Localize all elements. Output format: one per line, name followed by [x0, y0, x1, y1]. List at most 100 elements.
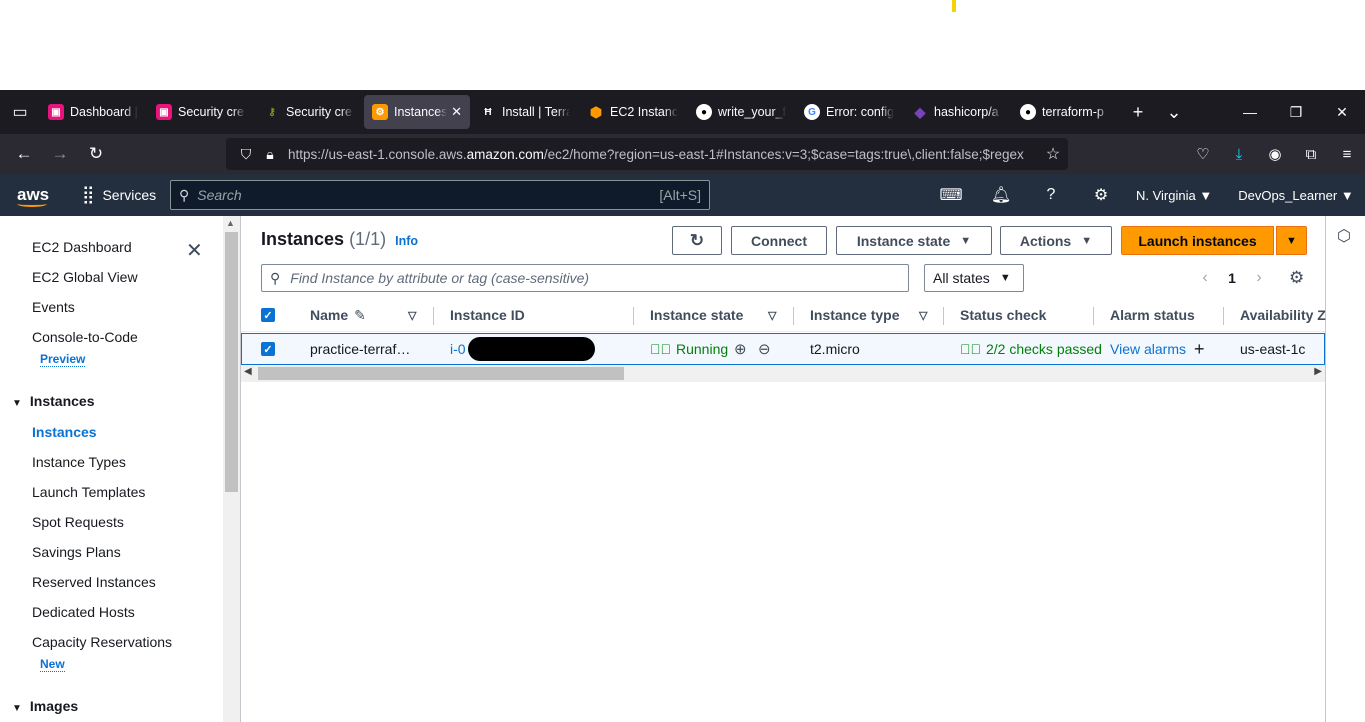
sidebar-item-savings-plans[interactable]: Savings Plans	[32, 544, 121, 560]
column-availability-zone[interactable]: Availability Z	[1240, 298, 1326, 332]
account-menu[interactable]: DevOps_Learner ▼	[1238, 188, 1353, 203]
sidebar-item-spot-requests[interactable]: Spot Requests	[32, 514, 124, 530]
notifications-bell-icon[interactable]: 🔔︎	[976, 185, 1026, 205]
close-tab-icon[interactable]: ✕	[451, 104, 462, 120]
account-icon[interactable]: ◉	[1257, 134, 1293, 174]
instance-state-button[interactable]: Instance state ▼	[836, 226, 992, 255]
info-link[interactable]: Info	[395, 234, 418, 248]
browser-tab[interactable]: ▣ Dashboard |	[40, 95, 146, 129]
settings-gear-icon[interactable]: ⚙	[1076, 185, 1126, 205]
instance-filter-input[interactable]: ⚲ Find Instance by attribute or tag (cas…	[261, 264, 909, 292]
bookmark-star-icon[interactable]: ☆	[1038, 144, 1068, 164]
reload-icon[interactable]: ↻	[78, 134, 114, 174]
column-alarm-status[interactable]: Alarm status	[1110, 298, 1195, 332]
zoom-in-icon[interactable]: ⊕	[734, 334, 747, 364]
menu-icon[interactable]: ≡	[1329, 134, 1365, 174]
sidebar-section-images[interactable]: ▼ Images	[12, 698, 78, 714]
pocket-icon[interactable]: ♡	[1185, 134, 1221, 174]
minimize-icon[interactable]: —	[1227, 90, 1273, 134]
refresh-button[interactable]: ↻	[672, 226, 722, 255]
launch-instances-button[interactable]: Launch instances	[1121, 226, 1274, 255]
browser-tab[interactable]: ⚷ Security cre	[256, 95, 362, 129]
tab-overview-icon[interactable]: ▭	[0, 90, 40, 134]
scroll-up-arrow-icon[interactable]: ▲	[226, 218, 235, 228]
sidebar-item-launch-templates[interactable]: Launch Templates	[32, 484, 145, 500]
cloudshell-icon[interactable]: ⌨	[926, 185, 976, 205]
sidebar-scrollbar[interactable]: ▲	[223, 216, 240, 722]
instance-id-link[interactable]: i-0	[450, 341, 466, 357]
column-resizer[interactable]	[433, 307, 434, 325]
previous-page-icon[interactable]: ‹	[1191, 269, 1219, 287]
scrollbar-thumb[interactable]	[225, 232, 238, 492]
sidebar-item-console-to-code[interactable]: Console-to-Code	[32, 329, 138, 345]
column-name[interactable]: Name ✎ ▽	[310, 298, 430, 332]
sidebar-item-instance-types[interactable]: Instance Types	[32, 454, 126, 470]
services-menu[interactable]: ⣿ Services	[82, 185, 156, 205]
aws-logo[interactable]: aws	[0, 174, 66, 216]
forward-arrow-icon[interactable]: →	[42, 134, 78, 174]
column-instance-type[interactable]: Instance type ▽	[810, 298, 932, 332]
view-alarms-link[interactable]: View alarms	[1110, 341, 1186, 357]
url-bar[interactable]: ⛉ 🔒︎ https://us-east-1.console.aws.amazo…	[226, 138, 1068, 170]
actions-button[interactable]: Actions ▼	[1000, 226, 1112, 255]
states-select[interactable]: All states ▼	[924, 264, 1024, 292]
select-all-checkbox[interactable]: ✓	[261, 298, 275, 332]
close-sidebar-icon[interactable]: ✕	[186, 238, 203, 263]
column-resizer[interactable]	[633, 307, 634, 325]
browser-tab[interactable]: ⬢ EC2 Instance	[580, 95, 686, 129]
sidebar-item-ec2-global-view[interactable]: EC2 Global View	[32, 269, 138, 285]
browser-tab[interactable]: Ħ Install | Terra	[472, 95, 578, 129]
row-checkbox[interactable]: ✓	[261, 334, 275, 364]
browser-tab[interactable]: ● terraform-p	[1012, 95, 1118, 129]
scroll-left-arrow-icon[interactable]: ◀	[244, 366, 252, 377]
back-arrow-icon[interactable]: ←	[6, 134, 42, 174]
list-tabs-chevron-icon[interactable]: ⌄	[1156, 90, 1192, 134]
browser-tab[interactable]: G Error: config	[796, 95, 902, 129]
browser-tab[interactable]: ● write_your_f	[688, 95, 794, 129]
help-icon[interactable]: ?	[1026, 186, 1076, 204]
sidebar-item-instances[interactable]: Instances	[32, 424, 97, 440]
zoom-out-icon[interactable]: ⊖	[758, 334, 771, 364]
restore-icon[interactable]: ❐	[1273, 90, 1319, 134]
browser-tab[interactable]: ◆ hashicorp/a	[904, 95, 1010, 129]
sidebar-item-dedicated-hosts[interactable]: Dedicated Hosts	[32, 604, 135, 620]
table-row[interactable]: ✓ practice-terraf… i-0 ✓⃝ Running ⊕ ⊖ t2.…	[241, 333, 1325, 365]
search-input[interactable]: ⚲ Search [Alt+S]	[170, 180, 710, 210]
sort-icon[interactable]: ▽	[919, 309, 927, 322]
add-alarm-plus-icon[interactable]: +	[1194, 339, 1205, 360]
next-page-icon[interactable]: ›	[1245, 269, 1273, 287]
sidebar-item-reserved-instances[interactable]: Reserved Instances	[32, 574, 156, 590]
new-tab-icon[interactable]: +	[1120, 90, 1156, 134]
sidebar-section-instances[interactable]: ▼ Instances	[12, 393, 95, 409]
browser-tab-active[interactable]: ⚙ Instances ✕	[364, 95, 470, 129]
sidebar-item-events[interactable]: Events	[32, 299, 75, 315]
scrollbar-thumb[interactable]	[258, 367, 624, 380]
sidebar-item-ec2-dashboard[interactable]: EC2 Dashboard	[32, 239, 132, 255]
download-icon[interactable]: ⤓	[1221, 134, 1257, 174]
table-horizontal-scrollbar[interactable]: ◀ ▶	[241, 365, 1325, 382]
column-instance-state[interactable]: Instance state ▽	[650, 298, 780, 332]
extensions-icon[interactable]: ⧉	[1293, 134, 1329, 174]
sidebar-item-capacity-reservations[interactable]: Capacity Reservations	[32, 634, 172, 650]
region-selector[interactable]: N. Virginia ▼	[1136, 188, 1212, 203]
scroll-right-arrow-icon[interactable]: ▶	[1314, 366, 1322, 377]
column-resizer[interactable]	[793, 307, 794, 325]
column-resizer[interactable]	[1093, 307, 1094, 325]
column-status-check[interactable]: Status check	[960, 298, 1046, 332]
close-window-icon[interactable]: ✕	[1319, 90, 1365, 134]
sort-icon[interactable]: ▽	[768, 309, 776, 322]
help-panel-icon[interactable]: ⬡	[1337, 226, 1351, 246]
page-number[interactable]: 1	[1219, 270, 1245, 286]
column-instance-id[interactable]: Instance ID	[450, 298, 525, 332]
column-resizer[interactable]	[1223, 307, 1224, 325]
cell-instance-id[interactable]: i-0	[450, 334, 595, 364]
sort-icon[interactable]: ▽	[408, 309, 416, 322]
column-resizer[interactable]	[943, 307, 944, 325]
shield-icon[interactable]: ⛉	[234, 146, 258, 163]
launch-dropdown-button[interactable]: ▼	[1276, 226, 1307, 255]
url-text[interactable]: https://us-east-1.console.aws.amazon.com…	[288, 147, 1038, 162]
browser-tab[interactable]: ▣ Security cre	[148, 95, 254, 129]
connect-button[interactable]: Connect	[731, 226, 827, 255]
preferences-gear-icon[interactable]: ⚙	[1289, 268, 1304, 288]
lock-icon[interactable]: 🔒︎	[258, 146, 282, 163]
